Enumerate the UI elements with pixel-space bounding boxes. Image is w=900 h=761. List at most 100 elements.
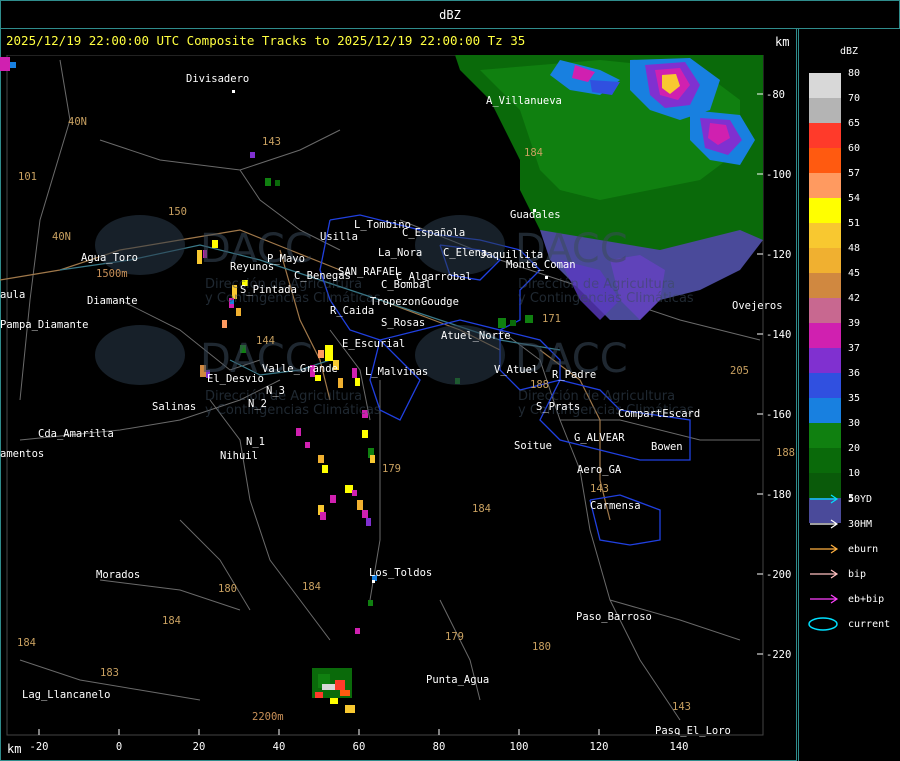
colorbar-swatch (809, 198, 841, 223)
colorbar-label: 80 (848, 68, 861, 79)
place-label: Goudge (421, 296, 459, 308)
place-label: Carmensa (590, 500, 641, 512)
x-tick-label: 140 (670, 741, 689, 753)
y-tick-label: -200 (766, 569, 791, 581)
watermark-sub-2: Dirección de Agricultura (518, 277, 675, 292)
colorbar-label: 20 (848, 443, 861, 454)
x-tick-label: 100 (510, 741, 529, 753)
radar-map[interactable]: DACC DACC DACC DACC Dirección de Agricul… (0, 55, 797, 761)
route-label: 184 (17, 637, 36, 649)
track-legend-item: 30HM (808, 517, 872, 531)
route-label: 183 (100, 667, 119, 679)
route-label: 184 (524, 147, 543, 159)
place-label: C_Española (402, 227, 465, 239)
place-label: G_ALVEAR (574, 432, 625, 444)
colorbar-swatch (809, 73, 841, 98)
colorbar-swatch (809, 448, 841, 473)
place-label: L_Malvinas (365, 366, 428, 378)
colorbar-label: 51 (848, 218, 861, 229)
route-label: 150 (168, 206, 187, 218)
route-label: 180 (218, 583, 237, 595)
route-label: 40N (68, 116, 87, 128)
colorbar-label: 45 (848, 268, 861, 279)
route-label: 180 (532, 641, 551, 653)
route-label: 205 (730, 365, 749, 377)
elevation-label: 1500m (96, 268, 128, 280)
window-title-text: dBZ (439, 7, 461, 22)
colorbar-label: 60 (848, 143, 861, 154)
map-header: 2025/12/19 22:00:00 UTC Composite Tracks… (6, 33, 526, 48)
route-label: 144 (256, 335, 275, 347)
x-axis-ticks (38, 729, 680, 735)
place-label: Monte_Coman (506, 259, 576, 271)
place-label: Tropezon (370, 296, 421, 308)
place-label: aula (0, 289, 25, 301)
track-legend-label: current (848, 618, 891, 630)
track-arrow-icon (810, 519, 839, 529)
place-label: Paso_Barroso (576, 611, 652, 623)
x-axis-labels: -20 0 20 40 60 80 100 120 140 (30, 741, 689, 753)
route-label: 143 (262, 136, 281, 148)
place-label: C_Bombal (381, 279, 432, 291)
colorbar-swatch (809, 323, 841, 348)
track-arrow-icon (810, 569, 839, 579)
colorbar-label: 70 (848, 93, 861, 104)
x-tick-label: 20 (193, 741, 206, 753)
colorbar-label: 48 (848, 243, 861, 254)
elevation-label: 2200m (252, 711, 284, 723)
track-legend-label: eb+bip (848, 593, 885, 605)
place-label: SAN_RAFAEL (338, 266, 401, 278)
route-label: 184 (162, 615, 181, 627)
place-label: Lag_Llancanelo (22, 689, 111, 701)
place-label: P_Mayo (267, 253, 305, 265)
track-legend-label: eburn (848, 543, 879, 555)
track-legend-item: eburn (808, 542, 878, 556)
x-tick-label: 80 (433, 741, 446, 753)
route-label: 143 (672, 701, 691, 713)
place-label: La_Nora (378, 247, 422, 259)
colorbar-label: 30 (848, 418, 861, 429)
x-tick-label: 120 (590, 741, 609, 753)
km-unit-top: km (775, 35, 790, 49)
place-label: S_Pintada (240, 284, 297, 296)
colorbar-swatch (809, 123, 841, 148)
track-arrow-icon (810, 494, 839, 504)
place-label: R_Caida (330, 305, 374, 317)
route-label: 101 (18, 171, 37, 183)
track-legend-label: bip (848, 568, 867, 580)
colorbar-label: 39 (848, 318, 861, 329)
colorbar-swatch (809, 398, 841, 423)
watermark-sub-2b: y Contingencias Climáticas (518, 291, 694, 306)
colorbar-label: 65 (848, 118, 861, 129)
colorbar-swatch (809, 223, 841, 248)
place-label: CompartEscard (618, 408, 700, 420)
place-label: V_Atuel (494, 364, 538, 376)
place-label: Agua_Toro (81, 252, 138, 264)
colorbar-label: 36 (848, 368, 861, 379)
track-legend-item: 50YD (808, 492, 872, 506)
track-legend-item: current (808, 617, 890, 631)
route-label: 179 (445, 631, 464, 643)
place-label: Morados (96, 569, 140, 581)
x-tick-label: 40 (273, 741, 286, 753)
place-label: A_Villanueva (486, 95, 562, 107)
route-label: 143 (590, 483, 609, 495)
y-tick-label: -120 (766, 249, 791, 261)
track-arrow-icon (810, 594, 839, 604)
colorbar-swatch (809, 248, 841, 273)
track-arrow-icon (810, 544, 839, 554)
colorbar-swatch (809, 298, 841, 323)
colorbar-swatch (809, 373, 841, 398)
colorbar-label: 10 (848, 468, 861, 479)
x-tick-label: 0 (116, 741, 122, 753)
y-tick-label: -220 (766, 649, 791, 661)
place-label: Pampa_Diamante (0, 319, 89, 331)
colorbar-label: 37 (848, 343, 861, 354)
track-legend-label: 30HM (848, 518, 873, 530)
place-label: N_2 (248, 398, 267, 410)
place-label: Ovejeros (732, 300, 783, 312)
dbz-colorbar (809, 73, 841, 523)
place-label: Aero_GA (577, 464, 622, 476)
route-label: 40N (52, 231, 71, 243)
place-label: Cda_Amarilla (38, 428, 114, 440)
